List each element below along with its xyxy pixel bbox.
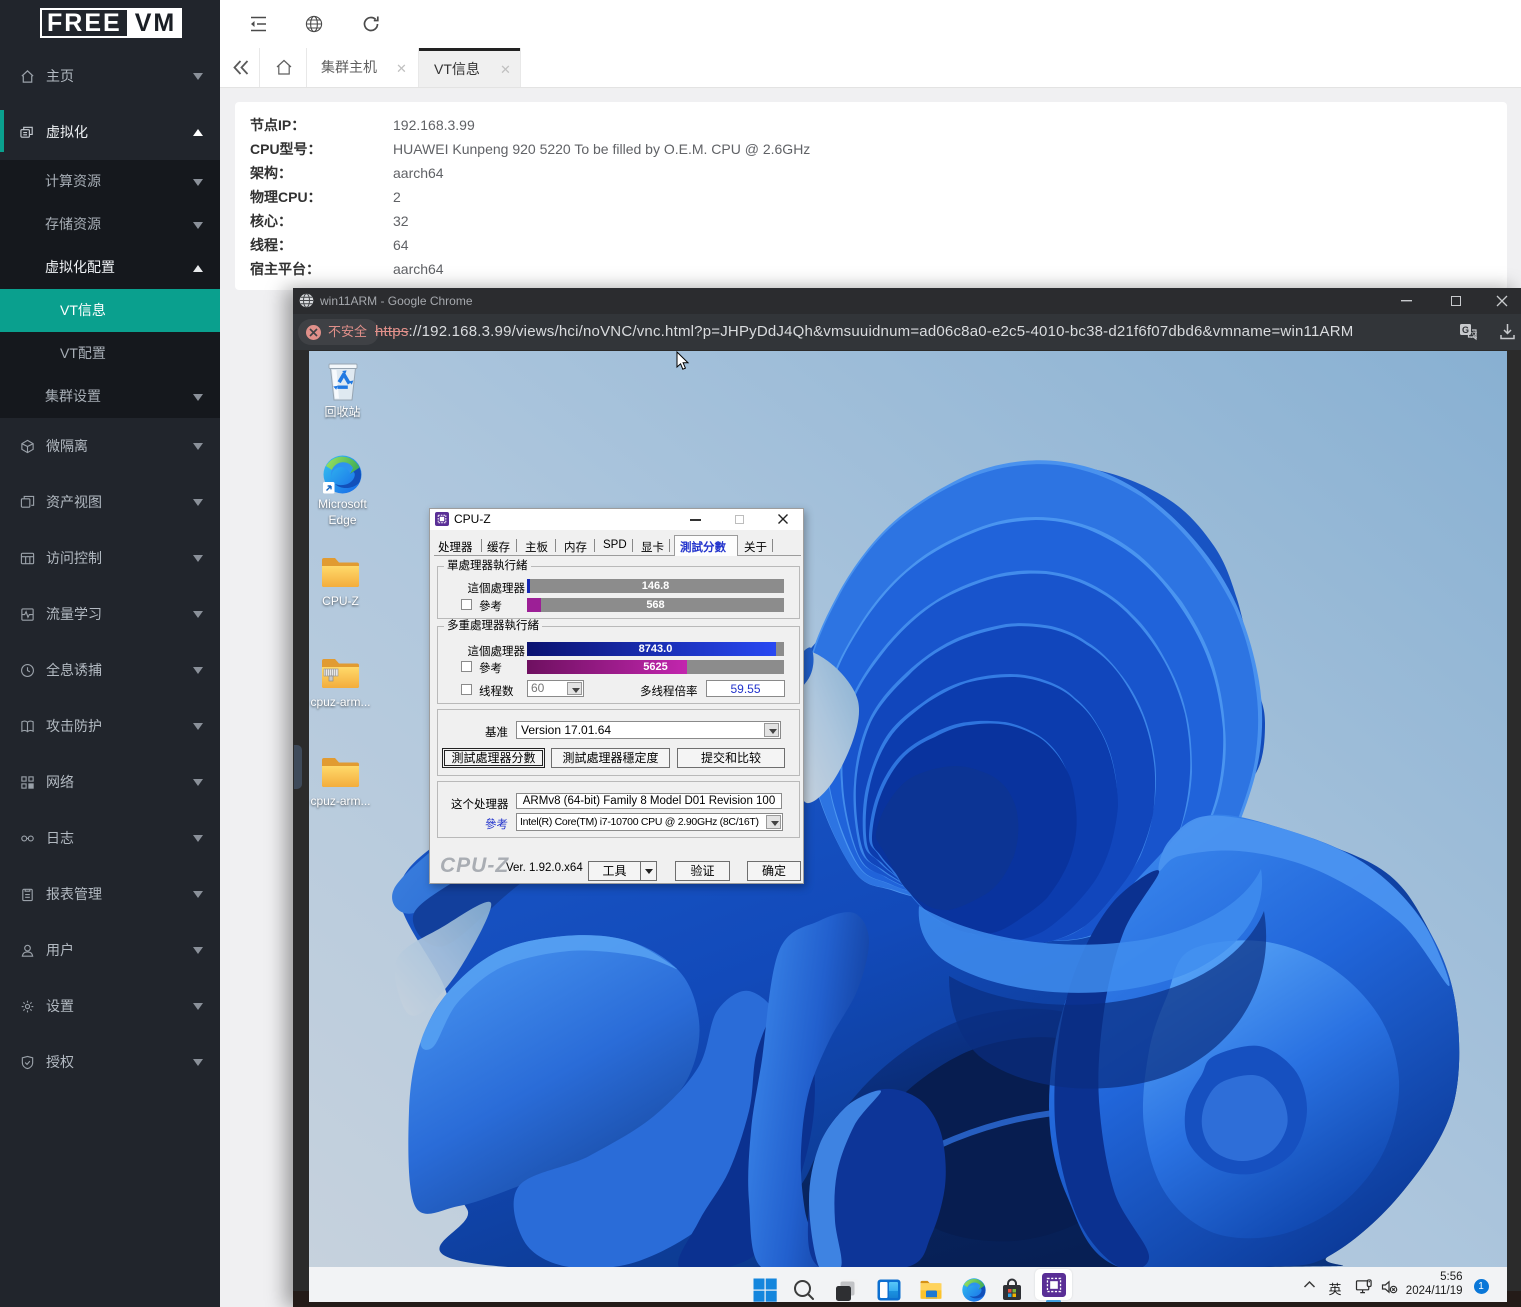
svg-text:G: G <box>1462 325 1469 335</box>
svg-text:文: 文 <box>1471 330 1478 339</box>
